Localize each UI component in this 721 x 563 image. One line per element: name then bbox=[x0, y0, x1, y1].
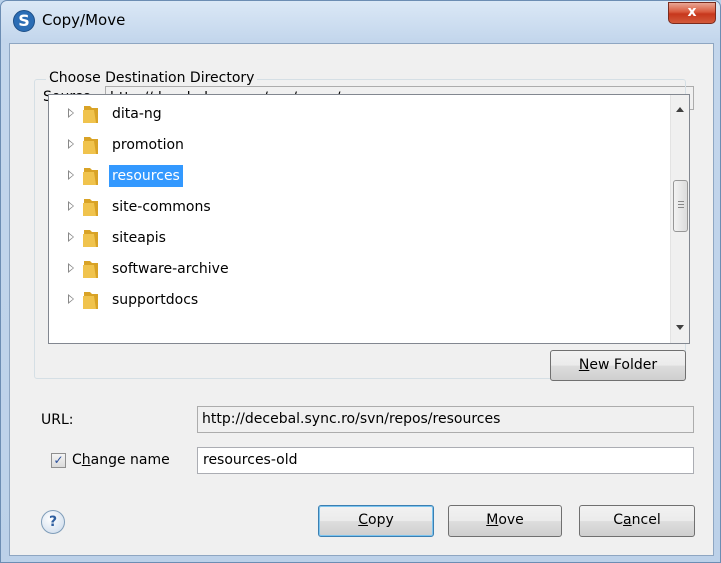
title-bar[interactable]: S Copy/Move x bbox=[1, 1, 720, 43]
copy-button[interactable]: Copy bbox=[318, 505, 434, 537]
tree-item[interactable]: resources bbox=[49, 162, 669, 192]
tree-item-label: software-archive bbox=[112, 261, 229, 277]
folder-icon bbox=[83, 137, 98, 154]
tree-item[interactable]: siteapis bbox=[49, 224, 669, 254]
destination-legend: Choose Destination Directory bbox=[46, 70, 258, 86]
window-title: Copy/Move bbox=[42, 11, 126, 29]
app-icon: S bbox=[13, 10, 35, 32]
folder-icon bbox=[83, 292, 98, 309]
tree-item-label: site-commons bbox=[112, 199, 211, 215]
scroll-thumb[interactable] bbox=[673, 180, 688, 232]
scroll-down-icon[interactable] bbox=[676, 325, 684, 330]
close-icon: x bbox=[687, 4, 697, 20]
folder-icon bbox=[83, 261, 98, 278]
tree-item-label: dita-ng bbox=[112, 106, 162, 122]
tree-item[interactable]: dita-ng bbox=[49, 100, 669, 130]
folder-icon bbox=[83, 230, 98, 247]
tree-item-label: resources bbox=[109, 165, 183, 187]
tree-item-label: promotion bbox=[112, 137, 184, 153]
tree-item[interactable]: software-archive bbox=[49, 255, 669, 285]
expander-icon[interactable] bbox=[68, 201, 74, 211]
move-button[interactable]: Move bbox=[448, 505, 562, 537]
expander-icon[interactable] bbox=[68, 170, 74, 180]
tree-item[interactable]: site-commons bbox=[49, 193, 669, 223]
expander-icon[interactable] bbox=[68, 108, 74, 118]
expander-icon[interactable] bbox=[68, 139, 74, 149]
expander-icon[interactable] bbox=[68, 263, 74, 273]
new-name-input[interactable]: resources-old bbox=[197, 447, 694, 474]
destination-tree[interactable]: dita-ng promotion resources site-commons sit… bbox=[48, 94, 690, 344]
help-icon[interactable]: ? bbox=[41, 510, 65, 534]
expander-icon[interactable] bbox=[68, 232, 74, 242]
tree-item-label: supportdocs bbox=[112, 292, 199, 308]
tree-item[interactable]: promotion bbox=[49, 131, 669, 161]
url-label: URL: bbox=[41, 412, 74, 428]
expander-icon[interactable] bbox=[68, 294, 74, 304]
change-name-label[interactable]: Change name bbox=[72, 452, 170, 468]
tree-item-label: siteapis bbox=[112, 230, 166, 246]
change-name-checkbox[interactable]: ✓ bbox=[51, 453, 66, 468]
folder-icon bbox=[83, 199, 98, 216]
cancel-button[interactable]: Cancel bbox=[579, 505, 695, 537]
new-folder-button[interactable]: New Folder bbox=[550, 350, 686, 381]
close-button[interactable]: x bbox=[668, 2, 716, 24]
folder-icon bbox=[83, 168, 98, 185]
tree-scrollbar[interactable] bbox=[670, 95, 689, 343]
url-field[interactable]: http://decebal.sync.ro/svn/repos/resourc… bbox=[197, 406, 694, 433]
scroll-up-icon[interactable] bbox=[676, 107, 684, 112]
tree-item[interactable]: supportdocs bbox=[49, 286, 669, 316]
checkbox-check-icon: ✓ bbox=[53, 453, 64, 467]
dialog-window: S Copy/Move x Source http://decebal.sync… bbox=[0, 0, 721, 563]
folder-icon bbox=[83, 106, 98, 123]
